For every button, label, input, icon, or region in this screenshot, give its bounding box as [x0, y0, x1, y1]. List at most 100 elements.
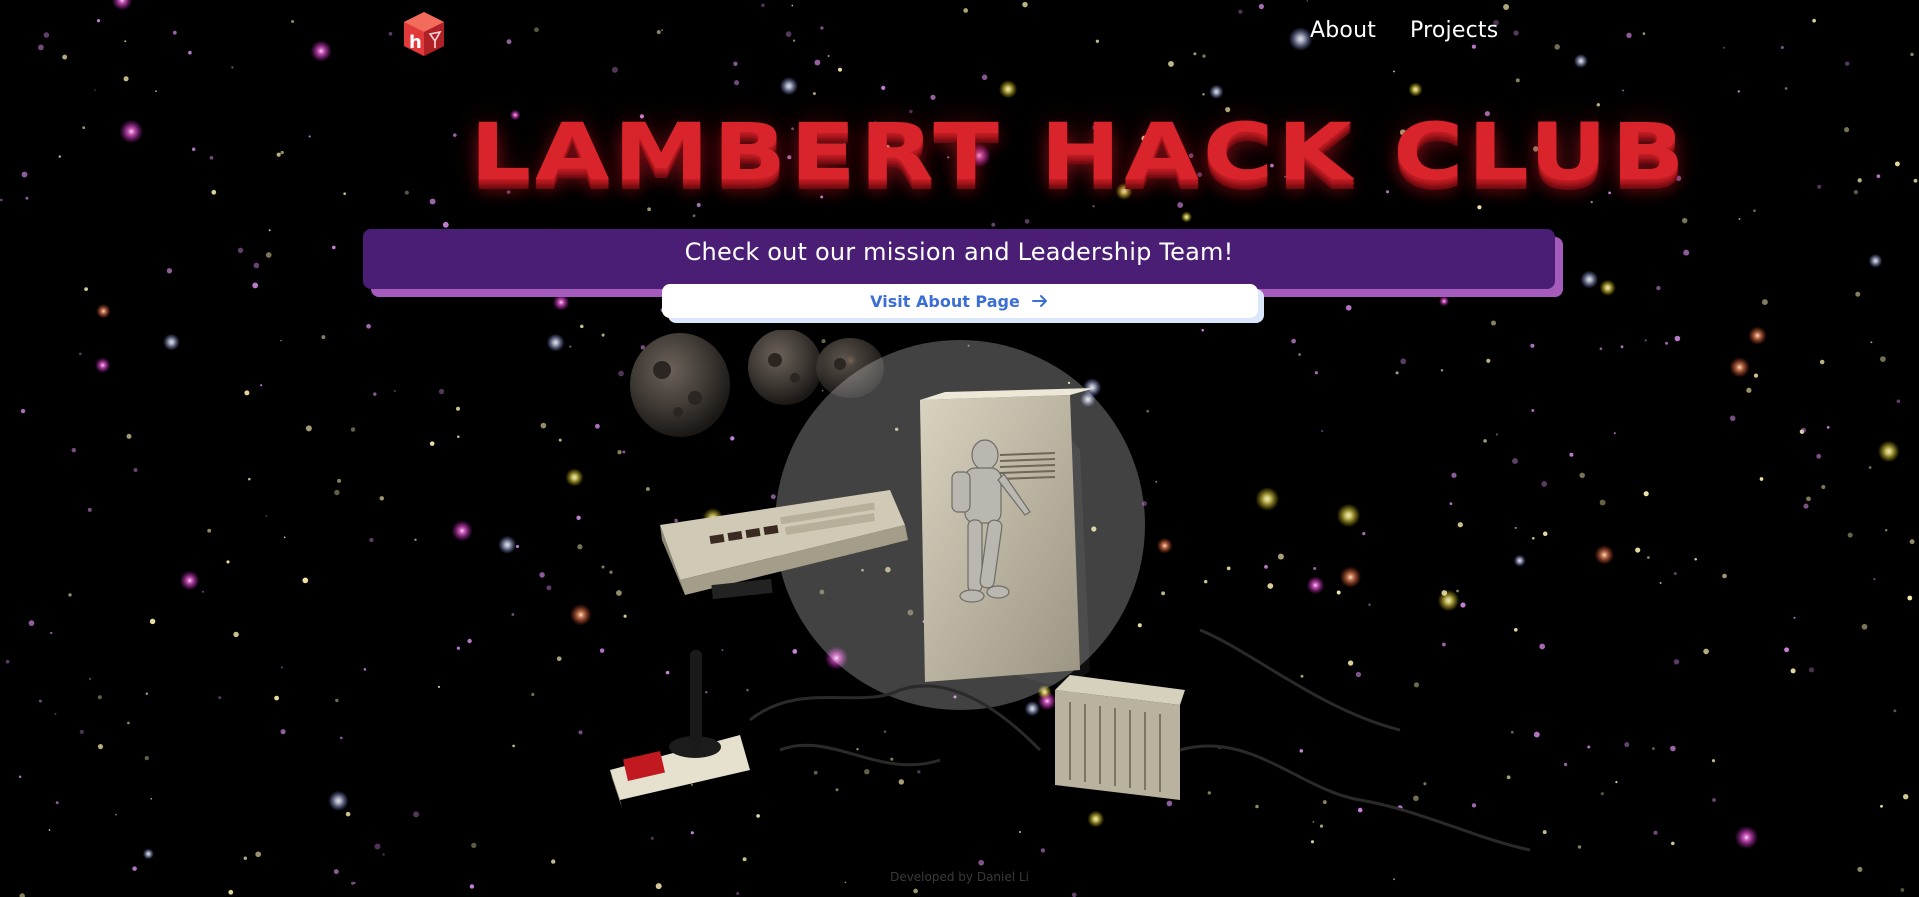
star: [1722, 573, 1727, 579]
star: [21, 171, 28, 178]
star: [569, 603, 592, 626]
star: [540, 422, 547, 429]
star: [1909, 539, 1915, 545]
star: [1258, 3, 1264, 10]
star: [1372, 290, 1378, 296]
star: [340, 736, 343, 740]
star: [963, 8, 969, 13]
star: [97, 695, 102, 700]
star: [231, 66, 234, 69]
star: [1816, 453, 1822, 459]
star: [1711, 759, 1716, 763]
star: [1821, 484, 1826, 490]
star: [280, 339, 282, 342]
star: [124, 40, 127, 43]
star: [308, 135, 311, 138]
star: [111, 0, 133, 11]
star: [1674, 335, 1681, 342]
star: [1907, 595, 1913, 601]
star: [369, 537, 374, 543]
star: [255, 851, 262, 858]
star: [661, 29, 663, 32]
star: [1761, 299, 1768, 306]
star: [1471, 44, 1476, 49]
star: [150, 797, 153, 800]
star: [978, 859, 985, 866]
star: [172, 30, 177, 35]
star: [79, 729, 84, 734]
star: [1626, 32, 1632, 38]
star: [552, 293, 570, 311]
star: [94, 89, 96, 91]
star: [656, 30, 661, 35]
star: [1624, 742, 1630, 748]
star: [1703, 648, 1709, 655]
star: [280, 150, 284, 155]
star: [25, 196, 29, 200]
star: [142, 848, 154, 860]
star: [243, 856, 247, 860]
star: [253, 262, 260, 269]
star: [1868, 466, 1872, 469]
star: [126, 433, 132, 439]
star: [578, 730, 583, 735]
star: [611, 66, 618, 73]
mission-banner: Check out our mission and Leadership Tea…: [363, 229, 1555, 289]
star: [1746, 387, 1752, 393]
retro-computer-scene: [610, 330, 1531, 852]
star: [1790, 668, 1796, 674]
star: [1900, 888, 1905, 892]
star: [343, 192, 347, 196]
star: [1590, 200, 1593, 204]
star: [981, 74, 988, 81]
star: [166, 268, 173, 274]
star: [576, 515, 581, 520]
star: [1642, 32, 1646, 35]
star: [127, 721, 130, 725]
star: [1853, 190, 1858, 195]
star: [838, 67, 842, 72]
star: [1656, 285, 1661, 291]
star: [211, 189, 217, 195]
star: [565, 468, 584, 487]
star: [237, 247, 244, 254]
star: [18, 775, 22, 779]
star: [50, 631, 53, 635]
nav-link-about[interactable]: About: [1310, 18, 1376, 43]
joystick: [610, 650, 750, 808]
star: [1599, 279, 1616, 296]
star: [1793, 616, 1796, 619]
star: [438, 388, 445, 395]
star: [1622, 89, 1624, 92]
star: [558, 438, 562, 442]
star: [331, 245, 336, 250]
star: [1857, 178, 1862, 183]
star: [1022, 1, 1028, 8]
star: [1635, 547, 1641, 553]
star: [1665, 341, 1669, 345]
star: [78, 352, 82, 356]
star: [1737, 90, 1740, 93]
star: [5, 659, 10, 664]
hack-club-logo[interactable]: h: [400, 10, 448, 58]
star: [54, 713, 57, 715]
star: [302, 577, 309, 584]
star: [388, 32, 393, 36]
star: [373, 392, 377, 396]
star: [1673, 659, 1680, 665]
star: [1880, 804, 1883, 808]
star: [1681, 217, 1688, 224]
star: [820, 26, 824, 30]
star: [1759, 477, 1764, 481]
star: [469, 884, 475, 889]
star: [580, 324, 584, 329]
star: [119, 119, 144, 144]
footer-credit: Developed by Daniel Li: [890, 870, 1029, 884]
star: [274, 695, 279, 701]
visit-about-button[interactable]: Visit About Page: [662, 284, 1258, 318]
star: [1643, 491, 1649, 497]
star: [328, 790, 349, 812]
nav-link-projects[interactable]: Projects: [1410, 18, 1498, 43]
star: [268, 229, 271, 232]
star: [88, 677, 92, 681]
